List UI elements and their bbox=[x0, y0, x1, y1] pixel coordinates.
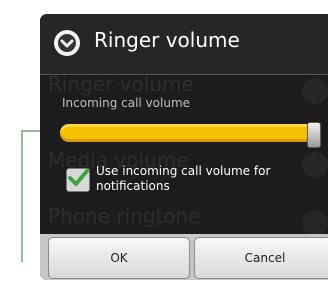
title-divider bbox=[40, 74, 328, 75]
notifications-checkbox[interactable] bbox=[66, 168, 90, 192]
checkbox-label: Use incoming call volume for notificatio… bbox=[96, 164, 271, 193]
volume-slider[interactable] bbox=[60, 122, 322, 148]
check-icon bbox=[68, 169, 89, 186]
slider-track bbox=[60, 124, 318, 142]
ok-button[interactable]: OK bbox=[48, 237, 190, 279]
chevron-down-icon bbox=[54, 30, 80, 56]
cancel-button[interactable]: Cancel bbox=[194, 237, 328, 279]
ringer-volume-dialog: Ringer volume Media volume Phone rington… bbox=[40, 14, 328, 280]
background-item-icon bbox=[302, 78, 328, 104]
background-item-phone: Phone ringtone bbox=[48, 204, 201, 228]
dialog-button-bar: OK Cancel bbox=[40, 234, 328, 280]
dialog-title: Ringer volume bbox=[94, 28, 240, 52]
slider-thumb[interactable] bbox=[307, 122, 321, 148]
dialog-titlebar: Ringer volume bbox=[40, 14, 328, 74]
background-item-icon bbox=[302, 210, 328, 236]
background-item-ringer: Ringer volume bbox=[48, 72, 194, 96]
slider-label: Incoming call volume bbox=[62, 96, 191, 110]
background-item-icon bbox=[302, 152, 328, 178]
annotation-leader-line bbox=[21, 130, 23, 262]
